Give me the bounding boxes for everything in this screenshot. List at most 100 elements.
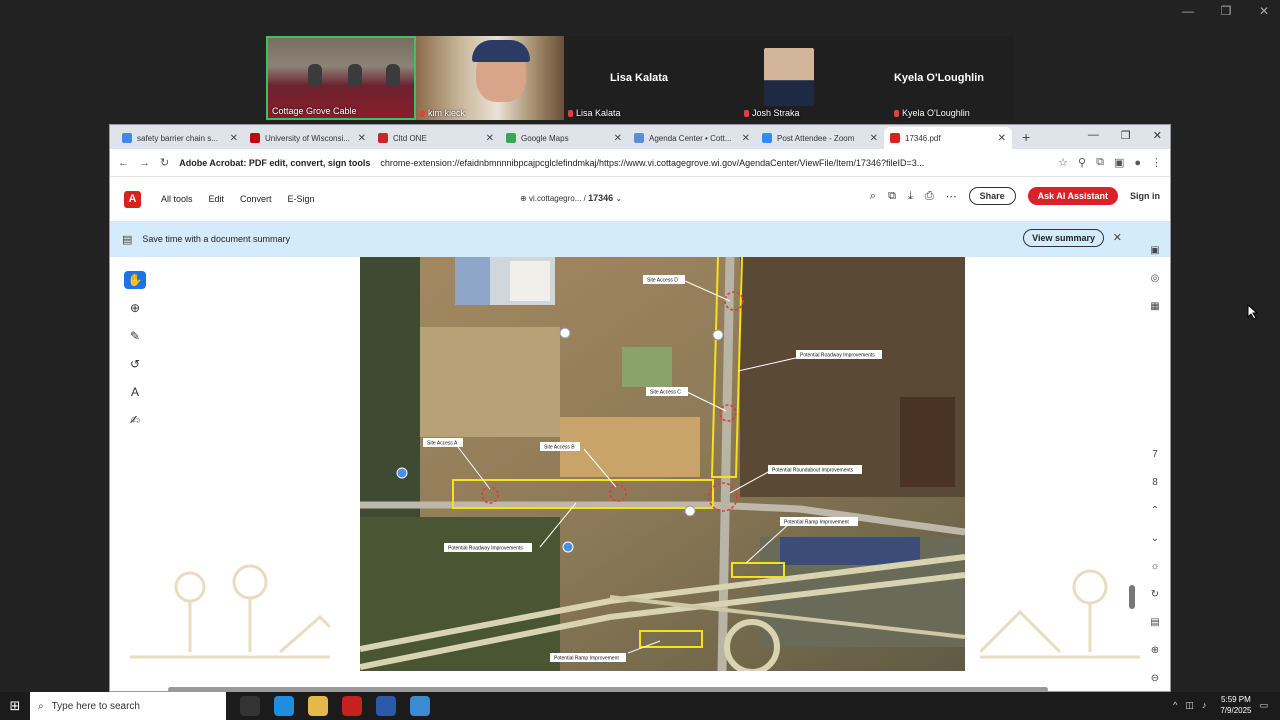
volume-icon[interactable]: ♪ <box>1202 700 1207 710</box>
chevron-down-icon[interactable]: ⌄ <box>615 194 622 203</box>
task-view-icon[interactable] <box>240 696 260 716</box>
date: 7/9/2025 <box>1220 706 1252 715</box>
horizontal-scrollbar[interactable] <box>110 685 1120 691</box>
vertical-scrollbar[interactable] <box>1129 257 1137 677</box>
acrobat-toolbar: A All tools Edit Convert E-Sign ⊕ vi.cot… <box>110 177 1170 221</box>
sign-icon[interactable]: ✍ <box>124 411 146 429</box>
reload-icon[interactable]: ↻ <box>160 156 169 169</box>
taskbar-search[interactable]: ⌕ Type here to search <box>30 692 226 720</box>
download-icon[interactable]: ⤓ <box>908 190 913 203</box>
forward-icon[interactable]: → <box>139 157 150 169</box>
pen-icon[interactable]: ✎ <box>124 327 146 345</box>
close-icon[interactable]: ✕ <box>1153 129 1162 142</box>
brightness-icon[interactable]: ☼ <box>1150 553 1159 581</box>
file-explorer-icon[interactable] <box>308 696 328 716</box>
tab-cltd-one[interactable]: Cltd ONE ✕ <box>372 127 500 149</box>
muted-mic-icon <box>420 110 425 118</box>
video-tile-kyela-oloughlin[interactable]: Kyela O'Loughlin Kyela O'Loughlin <box>864 36 1014 120</box>
share-button[interactable]: Share <box>968 187 1016 205</box>
tab-university[interactable]: University of Wisconsi... ✕ <box>244 127 372 149</box>
tab-agenda-center[interactable]: Agenda Center • Cott... ✕ <box>628 127 756 149</box>
windows-start-icon[interactable]: ⊞ <box>0 698 30 714</box>
sidepanel-icon[interactable]: ▣ <box>1114 156 1124 169</box>
minimize-icon[interactable]: — <box>1180 4 1196 18</box>
acrobat-logo-icon[interactable]: A <box>124 190 141 208</box>
puzzle-icon[interactable]: ⧉ <box>1096 156 1104 169</box>
zoom-in-icon[interactable]: ⊕ <box>1151 637 1159 665</box>
search-icon[interactable]: ⌕ <box>870 190 876 203</box>
url-field[interactable]: chrome-extension://efaidnbmnnnibpcajpcgl… <box>380 158 1048 168</box>
tab-google-maps[interactable]: Google Maps ✕ <box>500 127 628 149</box>
tab-safety-barrier[interactable]: safety barrier chain s... ✕ <box>116 127 244 149</box>
chevron-down-icon[interactable]: ⌄ <box>1151 525 1159 553</box>
close-icon[interactable]: ✕ <box>230 133 238 144</box>
tray-icon[interactable]: ^ <box>1173 700 1177 710</box>
close-icon[interactable]: ✕ <box>1113 231 1122 244</box>
tab-label: Google Maps <box>521 133 569 143</box>
extension-chip[interactable]: Adobe Acrobat: PDF edit, convert, sign t… <box>179 158 370 168</box>
participant-name: Josh Straka <box>744 108 800 118</box>
tab-17346-pdf[interactable]: 17346.pdf ✕ <box>884 127 1012 149</box>
page-number-8[interactable]: 8 <box>1152 469 1158 497</box>
zoom-tool-icon[interactable]: ⊕ <box>124 299 146 317</box>
bookmark-star-icon[interactable]: ☆ <box>1058 156 1068 169</box>
menu-edit[interactable]: Edit <box>209 194 225 204</box>
maximize-icon[interactable]: ❐ <box>1218 4 1234 18</box>
text-tool-icon[interactable]: A <box>124 383 146 401</box>
google-icon <box>122 133 132 143</box>
breadcrumb-site[interactable]: vi.cottagegro... <box>529 194 581 203</box>
video-tile-cottage-grove-cable[interactable]: Cottage Grove Cable <box>266 36 416 120</box>
rotate-icon[interactable]: ↻ <box>1151 581 1159 609</box>
print-icon[interactable]: ⎙ <box>925 190 934 203</box>
page-number-7[interactable]: 7 <box>1152 441 1158 469</box>
profile-icon[interactable]: ● <box>1134 157 1141 169</box>
ask-ai-assistant-button[interactable]: Ask AI Assistant <box>1027 187 1118 205</box>
chevron-up-icon[interactable]: ⌃ <box>1151 497 1159 525</box>
sign-in-button[interactable]: Sign in <box>1130 191 1160 201</box>
close-icon[interactable]: ✕ <box>614 133 622 144</box>
scroll-thumb[interactable] <box>1129 585 1135 609</box>
edge-icon[interactable] <box>274 696 294 716</box>
extension-icon[interactable]: ⚲ <box>1078 156 1086 169</box>
minimize-icon[interactable]: — <box>1088 129 1099 142</box>
close-icon[interactable]: ✕ <box>486 133 494 144</box>
zoom-icon[interactable] <box>376 696 396 716</box>
close-icon[interactable]: ✕ <box>742 133 750 144</box>
video-tile-josh-straka[interactable]: Josh Straka <box>714 36 864 120</box>
back-icon[interactable]: ← <box>118 157 129 169</box>
menu-dots-icon[interactable]: ⋮ <box>1151 156 1162 169</box>
network-icon[interactable]: ◫ <box>1185 700 1194 711</box>
close-icon[interactable]: ✕ <box>998 133 1006 144</box>
comment-icon[interactable]: ◎ <box>1151 265 1160 293</box>
menu-esign[interactable]: E-Sign <box>288 194 315 204</box>
tab-label: safety barrier chain s... <box>137 133 218 143</box>
new-tab-button[interactable]: + <box>1022 129 1030 145</box>
save-icon[interactable]: ▤ <box>1150 609 1159 637</box>
app-icon[interactable] <box>410 696 430 716</box>
video-tile-lisa-kalata[interactable]: Lisa Kalata Lisa Kalata <box>564 36 714 120</box>
pages-icon[interactable]: ⧉ <box>888 190 896 203</box>
close-icon[interactable]: ✕ <box>870 133 878 144</box>
acrobat-menu: All tools Edit Convert E-Sign <box>161 194 315 204</box>
grid-icon[interactable]: ▦ <box>1150 293 1159 321</box>
menu-convert[interactable]: Convert <box>240 194 272 204</box>
close-icon[interactable]: ✕ <box>1256 4 1272 18</box>
clock[interactable]: 5:59 PM 7/9/2025 <box>1220 694 1251 716</box>
maximize-icon[interactable]: ❐ <box>1121 129 1131 142</box>
app-icon[interactable] <box>342 696 362 716</box>
menu-all-tools[interactable]: All tools <box>161 194 193 204</box>
notifications-icon[interactable]: ▭ <box>1259 700 1268 711</box>
ai-panel-icon[interactable]: ▣ <box>1150 237 1159 265</box>
hand-tool-icon[interactable]: ✋ <box>124 271 146 289</box>
pdf-viewer[interactable]: ✋ ⊕ ✎ ↺ A ✍ Site Access D Site Access C … <box>110 245 1170 691</box>
close-icon[interactable]: ✕ <box>358 133 366 144</box>
lasso-icon[interactable]: ↺ <box>124 355 146 373</box>
more-dots-icon[interactable]: ⋯ <box>946 190 957 203</box>
zoom-out-icon[interactable]: ⊖ <box>1151 665 1159 691</box>
video-tile-kim-kieck[interactable]: kim kieck <box>416 36 564 120</box>
document-name[interactable]: 17346 <box>588 193 613 203</box>
breadcrumb-separator: / <box>583 194 586 203</box>
tab-post-attendee[interactable]: Post Attendee - Zoom ✕ <box>756 127 884 149</box>
taskbar: ⊞ ⌕ Type here to search ^ ◫ ♪ 5:59 PM 7/… <box>0 692 1280 720</box>
view-summary-button[interactable]: View summary <box>1023 229 1104 247</box>
